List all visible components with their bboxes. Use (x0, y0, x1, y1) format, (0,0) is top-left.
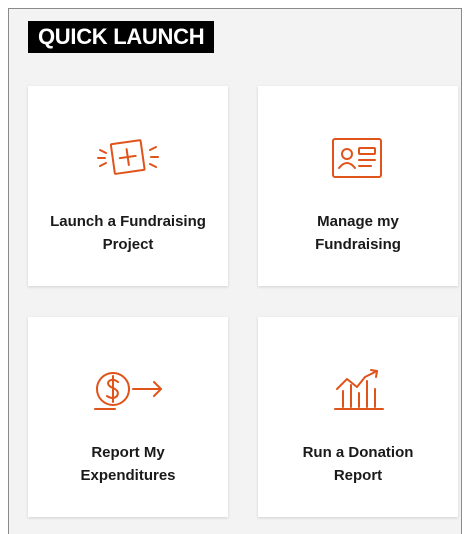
tile-label-line2: Expenditures (80, 467, 176, 484)
quick-launch-heading: QUICK LAUNCH (28, 21, 215, 53)
manage-my-fundraising-tile[interactable]: Manage my Fundraising (258, 86, 458, 286)
tile-label-line2: Fundraising (315, 236, 401, 253)
tile-label-line1: Manage my (317, 213, 399, 230)
tile-label-line1: Run a Donation (302, 444, 414, 461)
id-card-icon (332, 138, 382, 178)
tile-label-line1: Launch a Fundraising (50, 213, 206, 230)
tile-label-line2: Project (102, 236, 154, 253)
growth-chart-icon (334, 369, 384, 410)
run-donation-report-tile[interactable]: Run a Donation Report (258, 317, 458, 517)
report-my-expenditures-tile[interactable]: Report My Expenditures (28, 317, 228, 517)
tile-label: Report My Expenditures (38, 441, 218, 487)
tile-label-line2: Report (333, 467, 383, 484)
add-document-icon (97, 139, 159, 175)
tile-label: Launch a Fundraising Project (38, 210, 218, 256)
tile-label: Run a Donation Report (268, 441, 448, 487)
tile-label: Manage my Fundraising (268, 210, 448, 256)
quick-launch-panel: QUICK LAUNCH Launch a Fundraising Projec… (8, 8, 462, 534)
dollar-arrow-icon (94, 372, 162, 410)
tile-label-line1: Report My (91, 444, 165, 461)
launch-fundraising-project-tile[interactable]: Launch a Fundraising Project (28, 86, 228, 286)
